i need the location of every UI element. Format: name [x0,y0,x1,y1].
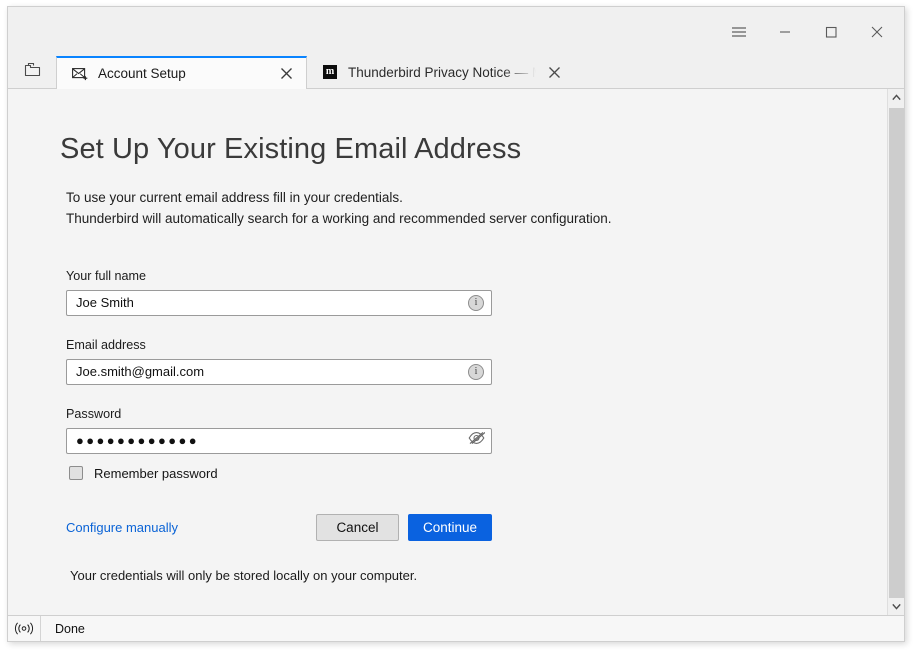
status-bar: Done [8,615,904,641]
account-setup-form: Your full name Joe Smith i Email address… [66,269,492,481]
new-mail-icon [71,66,89,82]
email-value: Joe.smith@gmail.com [76,364,205,380]
title-bar [8,7,904,56]
password-label: Password [66,406,122,421]
intro-line-2: Thunderbird will automatically search fo… [66,210,612,226]
tab-close-button-account-setup[interactable] [274,62,298,86]
full-name-input[interactable]: Joe Smith i [66,289,492,316]
tab-label-account-setup: Account Setup [98,66,186,81]
full-name-label: Your full name [66,268,147,283]
continue-button[interactable]: Continue [407,513,492,541]
tab-close-button-privacy-notice[interactable] [542,60,566,84]
maximize-button[interactable] [808,9,854,55]
account-setup-page: Set Up Your Existing Email Address To us… [8,89,887,615]
field-spacer [66,316,492,338]
info-icon: i [468,294,484,311]
eye-slash-icon [468,431,485,450]
remember-password-row[interactable]: Remember password [66,466,492,481]
tab-label-thunderbird-privacy-notice: Thunderbird Privacy Notice — Mozi [348,64,536,80]
field-password: Password ●●●●●●●●●●●● [66,407,492,454]
mozilla-m-favicon-glyph: m [323,65,337,79]
cancel-button[interactable]: Cancel [315,513,399,541]
field-email-address: Email address Joe.smith@gmail.com i [66,338,492,385]
folder-tabs-icon [24,62,41,82]
activity-broadcast-icon [8,616,41,641]
email-label: Email address [66,337,146,352]
page-title: Set Up Your Existing Email Address [60,133,522,165]
tab-thunderbird-privacy-notice[interactable]: m Thunderbird Privacy Notice — Mozi [307,56,574,88]
scrollbar-up-arrow-button[interactable] [888,89,904,106]
mozilla-m-favicon: m [321,64,339,80]
list-all-tabs-button[interactable] [8,56,56,88]
field-spacer [66,385,492,407]
remember-password-checkbox[interactable] [69,466,83,481]
email-input[interactable]: Joe.smith@gmail.com i [66,358,492,385]
password-input[interactable]: ●●●●●●●●●●●● [66,427,492,454]
scrollbar-down-arrow-button[interactable] [888,598,904,615]
minimize-button[interactable] [762,9,808,55]
credentials-footnote: Your credentials will only be stored loc… [70,567,418,583]
full-name-value: Joe Smith [76,295,134,311]
scrollbar-track[interactable] [888,106,904,598]
field-full-name: Your full name Joe Smith i [66,269,492,316]
configure-manually-link[interactable]: Configure manually [66,520,178,535]
info-icon: i [468,363,484,380]
intro-line-1: To use your current email address fill i… [66,190,403,205]
page-intro: To use your current email address fill i… [66,188,887,230]
tab-strip: Account Setup m Thunderbird Privacy Noti… [8,56,904,89]
password-value: ●●●●●●●●●●●● [76,433,200,449]
close-button[interactable] [854,9,900,55]
form-actions: Configure manually Cancel Continue [66,513,492,541]
status-message: Done [55,621,85,636]
application-window: Account Setup m Thunderbird Privacy Noti… [7,6,905,642]
toggle-password-visibility-button[interactable] [461,429,491,453]
app-menu-button[interactable] [716,9,762,55]
content-area: Set Up Your Existing Email Address To us… [8,89,904,615]
remember-password-label: Remember password [94,465,218,481]
tab-account-setup[interactable]: Account Setup [56,56,307,89]
scrollbar-thumb[interactable] [889,108,904,598]
vertical-scrollbar[interactable] [887,89,904,615]
full-name-info-button[interactable]: i [461,291,491,315]
email-info-button[interactable]: i [461,360,491,384]
